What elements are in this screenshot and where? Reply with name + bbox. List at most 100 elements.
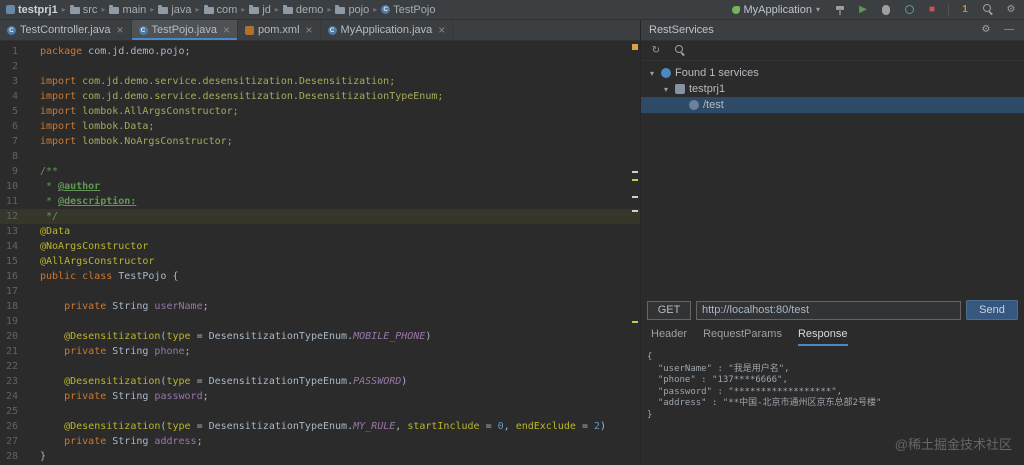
tab-response[interactable]: Response (797, 328, 848, 346)
search-icon[interactable] (673, 44, 687, 58)
file-class-icon (7, 25, 16, 35)
stripe-mark[interactable] (632, 171, 638, 173)
editor-tab[interactable]: TestController.java × (0, 20, 132, 40)
code-line[interactable]: 3 import com.jd.demo.service.desensitizat… (0, 74, 640, 89)
code-line[interactable]: 21 private String phone; (0, 344, 640, 359)
code-line[interactable]: 19 (0, 314, 640, 329)
code-line[interactable]: 11 * @description: (0, 194, 640, 209)
debug-icon[interactable] (879, 3, 893, 17)
code-line[interactable]: 13 @Data (0, 224, 640, 239)
url-input[interactable] (696, 300, 961, 320)
folder-icon (203, 5, 214, 14)
code-line[interactable]: 6 import lombok.Data; (0, 119, 640, 134)
panel-header-icons: ⚙ — (979, 23, 1016, 37)
panel-toolbar: ↻ (641, 41, 1024, 61)
profiler-icon[interactable] (902, 3, 916, 17)
code-line[interactable]: 7 import lombok.NoArgsConstructor; (0, 134, 640, 149)
warning-mark[interactable] (632, 44, 638, 50)
tab-header[interactable]: Header (651, 328, 687, 346)
code-line[interactable]: 9 /** (0, 164, 640, 179)
breadcrumb-item[interactable]: src (69, 4, 97, 16)
expand-arrow-icon[interactable]: ▾ (647, 69, 657, 78)
line-number: 3 (11, 76, 18, 87)
code-line[interactable]: 28} (0, 449, 640, 464)
error-stripe[interactable] (630, 41, 640, 465)
code-line[interactable]: 16 public class TestPojo { (0, 269, 640, 284)
file-xml-icon (244, 25, 254, 35)
code-line[interactable]: 10 * @author (0, 179, 640, 194)
code-line[interactable]: 22 (0, 359, 640, 374)
tab-requestparams[interactable]: RequestParams (703, 328, 782, 346)
editor-tab[interactable]: MyApplication.java × (321, 20, 454, 40)
hide-panel-icon[interactable]: — (1002, 23, 1016, 37)
notifications-icon[interactable]: 1 (958, 3, 972, 17)
code-line[interactable]: 23 @Desensitization(type = Desensitizati… (0, 374, 640, 389)
breadcrumb-item[interactable]: testprj1 (6, 4, 58, 16)
stripe-mark[interactable] (632, 196, 638, 198)
code-line[interactable]: 17 (0, 284, 640, 299)
tree-label: testprj1 (689, 83, 726, 95)
breadcrumb-item[interactable]: TestPojo (381, 4, 435, 16)
code-line[interactable]: 24 private String password; (0, 389, 640, 404)
folder-icon (69, 5, 80, 14)
breadcrumb-label: pojo (348, 3, 370, 16)
editor-tab[interactable]: pom.xml × (238, 20, 321, 40)
code-line[interactable]: 1 package com.jd.demo.pojo; (0, 44, 640, 59)
tree-item[interactable]: ▾ Found 1 services (641, 65, 1024, 81)
stripe-mark[interactable] (632, 179, 638, 181)
bug-glyph (882, 4, 890, 15)
code-line[interactable]: 14 @NoArgsConstructor (0, 239, 640, 254)
response-line: "address" : "**中国-北京市通州区京东总部2号楼" (647, 398, 882, 408)
breadcrumb-item[interactable]: jd (249, 4, 271, 16)
breadcrumb-item[interactable]: pojo (335, 4, 369, 16)
toolbar-separator (948, 3, 949, 16)
code-line[interactable]: 15 @AllArgsConstructor (0, 254, 640, 269)
breadcrumb-item[interactable]: main (109, 4, 146, 16)
run-icon[interactable]: ▶ (856, 3, 870, 17)
response-body: { "userName" : "我是用户名", "phone" : "137**… (647, 352, 1018, 421)
code-line[interactable]: 8 (0, 149, 640, 164)
request-bar: GET Send (647, 300, 1018, 320)
code-line[interactable]: 20 @Desensitization(type = Desensitizati… (0, 329, 640, 344)
settings-gear-icon[interactable]: ⚙ (1004, 3, 1018, 17)
endpoint-icon (689, 100, 699, 110)
stripe-mark[interactable] (632, 321, 638, 323)
breadcrumb-item[interactable]: java (158, 4, 192, 16)
panel-settings-gear-icon[interactable]: ⚙ (979, 23, 993, 37)
code-line[interactable]: 5 import lombok.AllArgsConstructor; (0, 104, 640, 119)
line-number: 20 (5, 331, 18, 342)
code-line[interactable]: 4 import com.jd.demo.service.desensitizat… (0, 89, 640, 104)
send-button[interactable]: Send (966, 300, 1018, 320)
method-select[interactable]: GET (647, 300, 691, 320)
breadcrumb-item[interactable]: demo (282, 4, 323, 16)
code-text: * @author (40, 181, 101, 192)
breadcrumb-item[interactable]: com (203, 4, 237, 16)
build-hammer-icon[interactable] (833, 3, 847, 17)
code-line[interactable]: 25 (0, 404, 640, 419)
code-editor[interactable]: 1 package com.jd.demo.pojo; 2 3 import com.j… (0, 41, 640, 465)
run-config-selector[interactable]: MyApplication ▾ (731, 4, 820, 16)
project-icon (6, 5, 15, 14)
code-text: import com.jd.demo.service.desensitizati… (40, 76, 396, 87)
close-tab-icon[interactable]: × (438, 23, 445, 37)
tree-label: Found 1 services (675, 67, 759, 79)
code-line[interactable]: 2 (0, 59, 640, 74)
code-line[interactable]: 26 @Desensitization(type = Desensitizati… (0, 419, 640, 434)
close-tab-icon[interactable]: × (223, 23, 230, 37)
editor-tab[interactable]: TestPojo.java × (131, 20, 238, 40)
tree-item[interactable]: /test (641, 97, 1024, 113)
search-everywhere-icon[interactable] (981, 3, 995, 17)
close-tab-icon[interactable]: × (306, 23, 313, 37)
code-line[interactable]: 27 private String address; (0, 434, 640, 449)
refresh-icon[interactable]: ↻ (649, 44, 663, 58)
code-line[interactable]: 18 private String userName; (0, 299, 640, 314)
tree-item[interactable]: ▾ testprj1 (641, 81, 1024, 97)
close-tab-icon[interactable]: × (117, 23, 124, 37)
expand-arrow-icon[interactable]: ▾ (661, 85, 671, 94)
code-line[interactable]: 12 */ (0, 209, 640, 224)
stop-icon[interactable]: ■ (925, 3, 939, 17)
stripe-mark[interactable] (632, 210, 638, 212)
